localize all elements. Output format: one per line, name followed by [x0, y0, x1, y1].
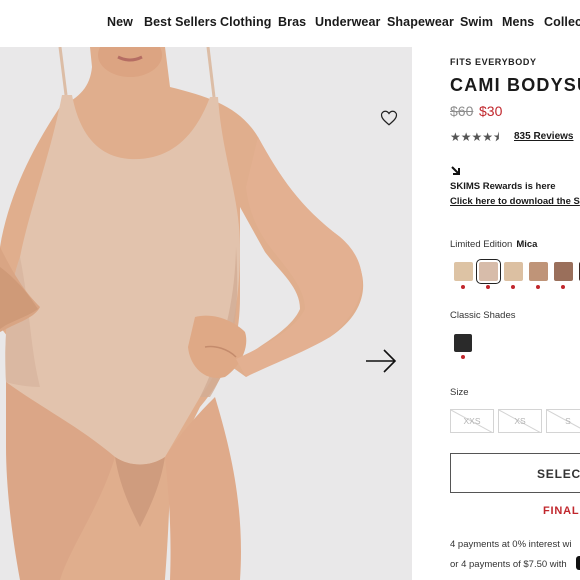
selected-color-name: Mica — [516, 239, 538, 250]
payment-provider-logo[interactable] — [576, 556, 580, 570]
nav-item-swim[interactable]: Swim — [460, 15, 493, 29]
size-option-xs[interactable]: XS — [498, 409, 542, 433]
star-icon: ★ — [471, 130, 483, 144]
limited-edition-label: Limited Edition Mica — [450, 239, 537, 250]
nav-item-clothing[interactable]: Clothing — [220, 15, 271, 29]
size-label: Size — [450, 387, 469, 398]
size-option-label: XS — [514, 416, 526, 426]
size-option-xxs[interactable]: XXS — [450, 409, 494, 433]
product-details: FITS EVERYBODY CAMI BODYSUIT $60 $30 ★ ★… — [412, 47, 580, 580]
limited-edition-text: Limited Edition — [450, 239, 513, 250]
star-icon: ★ — [460, 130, 472, 144]
color-swatch-1[interactable] — [454, 262, 473, 281]
nav-item-bras[interactable]: Bras — [278, 15, 306, 29]
nav-item-shapewear[interactable]: Shapewear — [387, 15, 454, 29]
color-swatch-2[interactable] — [476, 259, 501, 284]
rewards-title: SKIMS Rewards is here — [450, 181, 556, 192]
half-star-icon: ⯨ — [493, 130, 500, 144]
select-size-button[interactable]: SELECT — [450, 453, 580, 493]
model-figure-illustration — [0, 47, 412, 580]
classic-shades-label: Classic Shades — [450, 310, 516, 321]
original-price: $60 — [450, 103, 474, 119]
product-image — [0, 47, 412, 580]
sale-dot — [461, 355, 465, 359]
product-title: CAMI BODYSUIT — [450, 75, 580, 95]
sale-dot — [536, 285, 540, 289]
sale-dot — [511, 285, 515, 289]
star-icon: ★ — [450, 130, 461, 144]
installments-line-2: or 4 payments of $7.50 with — [450, 559, 567, 570]
next-image-arrow-icon[interactable] — [364, 347, 398, 375]
rating-stars: ★ ★ ★ ★ ⯨ — [450, 130, 499, 144]
sale-price: $30 — [479, 103, 503, 119]
installments-line-1: 4 payments at 0% interest wi — [450, 539, 572, 550]
reviews-link[interactable]: 835 Reviews — [514, 131, 574, 142]
color-swatch-classic[interactable] — [454, 334, 472, 352]
sale-dot — [561, 285, 565, 289]
color-swatch-4[interactable] — [529, 262, 548, 281]
color-swatch-3[interactable] — [504, 262, 523, 281]
final-sale-label: FINAL — [543, 505, 580, 517]
product-tag: FITS EVERYBODY — [450, 57, 537, 67]
size-option-s[interactable]: S — [546, 409, 580, 433]
sale-dot — [486, 285, 490, 289]
nav-item-best-sellers[interactable]: Best Sellers — [144, 15, 217, 29]
nav-item-collections[interactable]: Collect — [544, 15, 580, 29]
size-option-label: XXS — [463, 416, 481, 426]
wishlist-heart-icon[interactable] — [380, 109, 398, 127]
arrow-down-right-icon — [451, 166, 460, 175]
nav-item-underwear[interactable]: Underwear — [315, 15, 381, 29]
sale-dot — [461, 285, 465, 289]
size-option-label: S — [565, 416, 571, 426]
select-size-label: SELECT — [537, 467, 580, 481]
nav-item-new[interactable]: New — [107, 15, 133, 29]
rewards-download-link[interactable]: Click here to download the S — [450, 196, 580, 207]
nav-item-mens[interactable]: Mens — [502, 15, 534, 29]
star-icon: ★ — [482, 130, 494, 144]
top-nav: New Best Sellers Clothing Bras Underwear… — [0, 0, 580, 46]
color-swatch-5[interactable] — [554, 262, 573, 281]
